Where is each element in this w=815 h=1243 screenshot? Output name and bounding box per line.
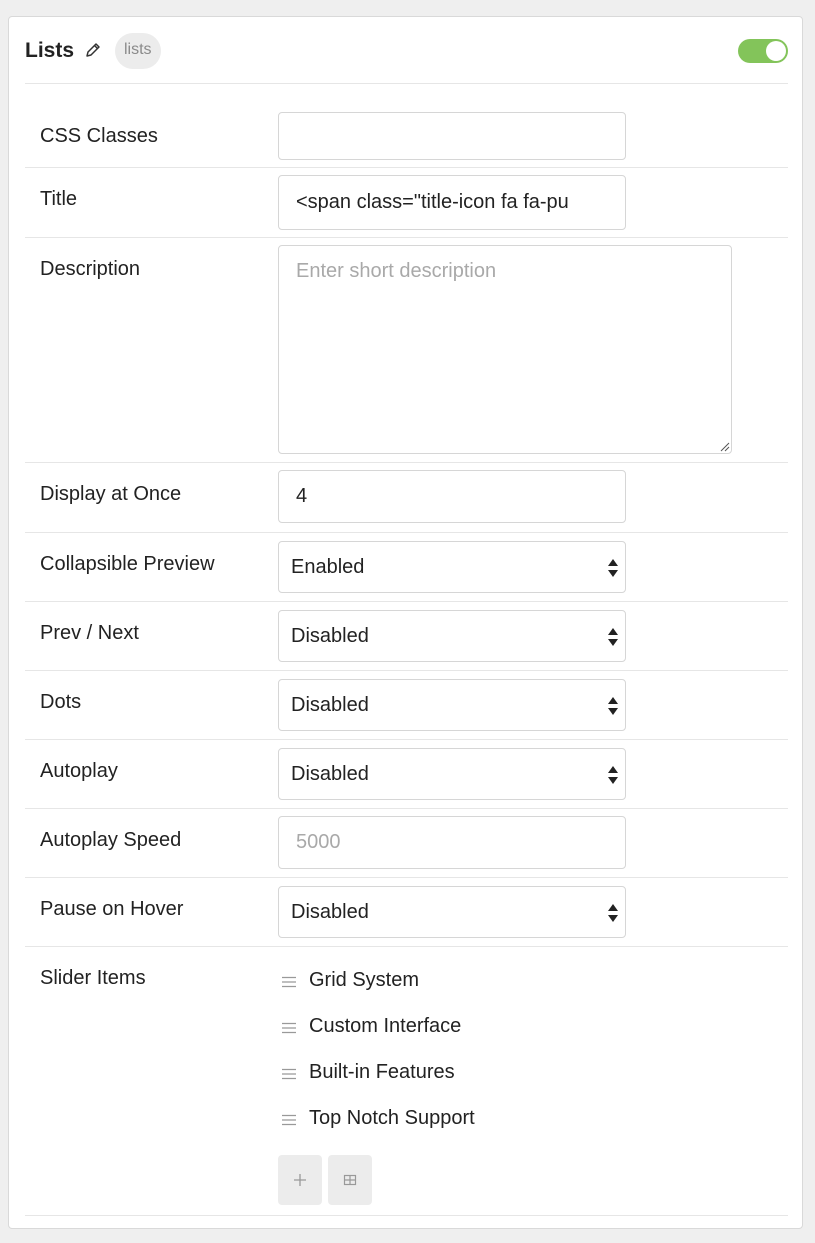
- select-arrows-icon: [608, 697, 618, 715]
- type-badge: lists: [115, 33, 161, 69]
- row-pause-on-hover: Pause on Hover Disabled: [25, 878, 788, 947]
- drag-handle-icon[interactable]: [282, 1022, 296, 1034]
- enabled-toggle[interactable]: [738, 39, 788, 63]
- row-autoplay: Autoplay Disabled: [25, 740, 788, 809]
- row-dots: Dots Disabled: [25, 671, 788, 740]
- grid-icon: [343, 1174, 357, 1186]
- slider-item-label: Top Notch Support: [309, 1107, 475, 1129]
- drag-handle-icon[interactable]: [282, 1068, 296, 1080]
- row-slider-items: Slider Items Grid System Custom Interfac…: [25, 947, 788, 1216]
- pause-on-hover-label: Pause on Hover: [40, 898, 184, 920]
- select-arrows-icon: [608, 766, 618, 784]
- slider-item-label: Built-in Features: [309, 1061, 455, 1083]
- row-css-classes: CSS Classes: [25, 83, 788, 168]
- plus-icon: [294, 1174, 306, 1186]
- prev-next-select[interactable]: Disabled: [278, 610, 626, 662]
- display-at-once-input[interactable]: [278, 470, 626, 523]
- autoplay-select[interactable]: Disabled: [278, 748, 626, 800]
- toggle-knob: [766, 41, 786, 61]
- css-classes-input[interactable]: [278, 112, 626, 160]
- collapsible-preview-value: Enabled: [291, 556, 365, 578]
- drag-handle-icon[interactable]: [282, 976, 296, 988]
- row-description: Description: [25, 238, 788, 463]
- dots-label: Dots: [40, 691, 82, 713]
- row-prev-next: Prev / Next Disabled: [25, 602, 788, 671]
- collapsible-preview-label: Collapsible Preview: [40, 553, 215, 575]
- autoplay-label: Autoplay: [40, 760, 118, 782]
- row-collapsible-preview: Collapsible Preview Enabled: [25, 533, 788, 602]
- select-arrows-icon: [608, 628, 618, 646]
- row-title: Title: [25, 168, 788, 238]
- select-arrows-icon: [608, 559, 618, 577]
- row-autoplay-speed: Autoplay Speed: [25, 809, 788, 878]
- autoplay-speed-input[interactable]: [278, 816, 626, 869]
- add-item-button[interactable]: [278, 1155, 322, 1205]
- title-input[interactable]: [278, 175, 626, 230]
- slider-item-label: Custom Interface: [309, 1015, 462, 1037]
- row-display-at-once: Display at Once: [25, 463, 788, 533]
- autoplay-value: Disabled: [291, 763, 369, 785]
- pause-on-hover-value: Disabled: [291, 901, 369, 923]
- pause-on-hover-select[interactable]: Disabled: [278, 886, 626, 938]
- description-label: Description: [40, 258, 141, 280]
- add-grid-item-button[interactable]: [328, 1155, 372, 1205]
- prev-next-label: Prev / Next: [40, 622, 139, 644]
- resize-grip-icon[interactable]: [718, 440, 730, 452]
- panel-header: Lists lists: [25, 17, 788, 84]
- collapsible-preview-select[interactable]: Enabled: [278, 541, 626, 593]
- description-textarea[interactable]: [278, 245, 732, 454]
- css-classes-label: CSS Classes: [40, 125, 158, 147]
- select-arrows-icon: [608, 904, 618, 922]
- display-at-once-label: Display at Once: [40, 483, 182, 505]
- slider-item-label: Grid System: [309, 969, 420, 991]
- dots-value: Disabled: [291, 694, 369, 716]
- pencil-icon[interactable]: [84, 41, 102, 59]
- slider-items-label: Slider Items: [40, 967, 146, 989]
- lists-panel: Lists lists CSS Classes Title Descriptio…: [8, 16, 803, 1229]
- prev-next-value: Disabled: [291, 625, 369, 647]
- panel-title: Lists: [25, 39, 75, 62]
- dots-select[interactable]: Disabled: [278, 679, 626, 731]
- title-label: Title: [40, 188, 78, 210]
- autoplay-speed-label: Autoplay Speed: [40, 829, 182, 851]
- drag-handle-icon[interactable]: [282, 1114, 296, 1126]
